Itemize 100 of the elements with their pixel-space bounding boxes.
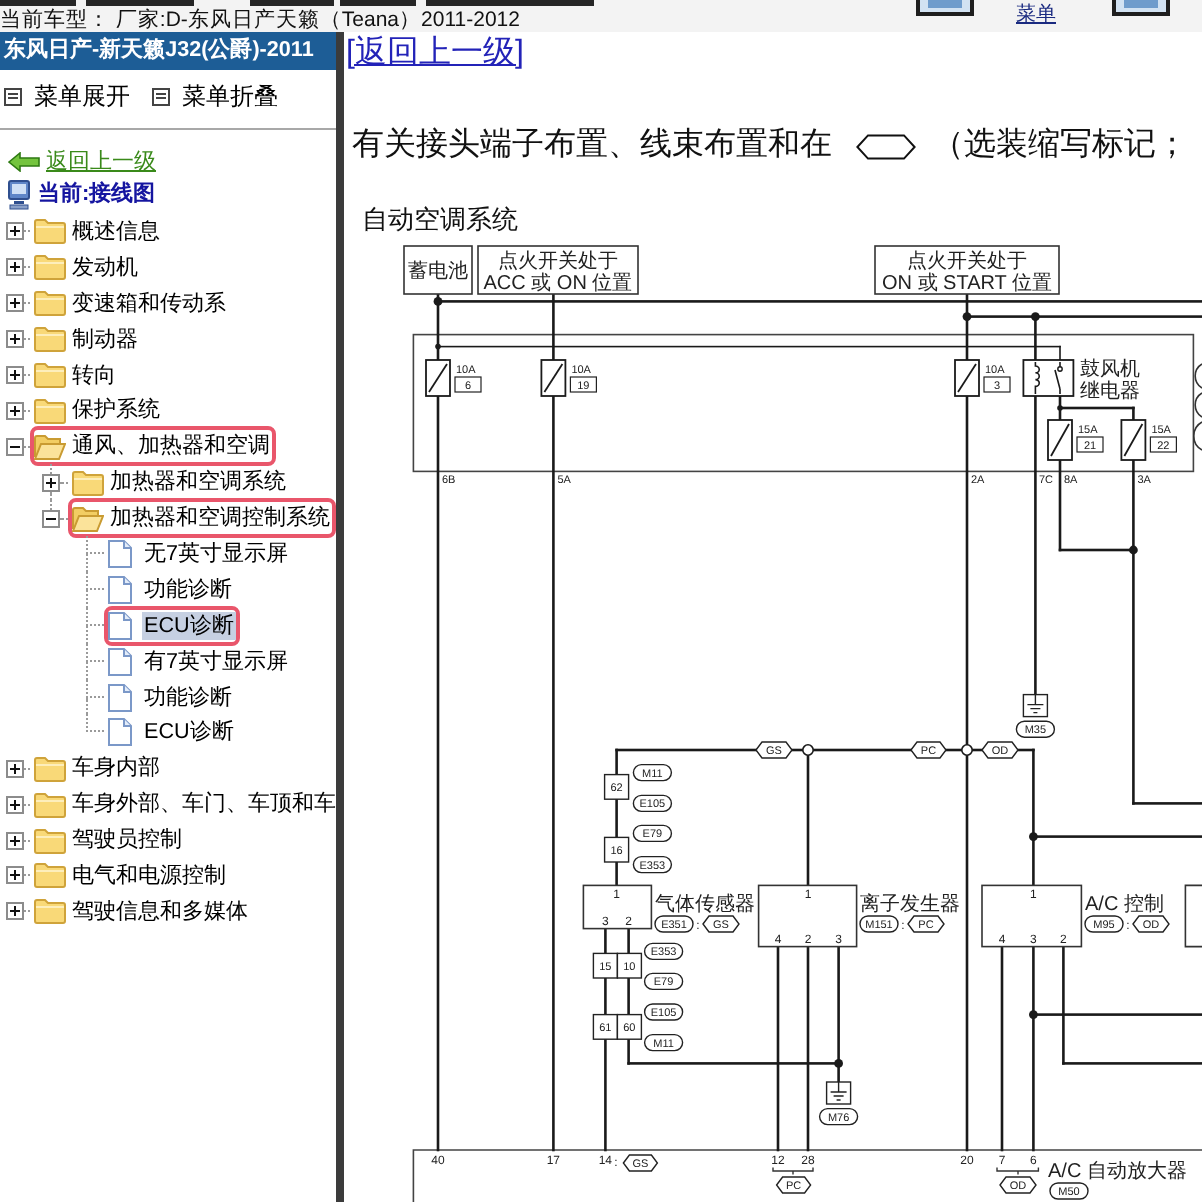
car-model-text: 当前车型： 厂家:D-东风日产天籁（Teana）2011-2012 bbox=[0, 8, 522, 32]
open-folder-icon bbox=[34, 433, 66, 460]
plus-icon[interactable] bbox=[6, 258, 24, 277]
tree-item[interactable]: 车身内部 bbox=[70, 754, 162, 783]
power-source-label: 蓄电池 bbox=[403, 245, 473, 295]
screen-icon[interactable] bbox=[1112, 0, 1170, 16]
component-label: 气体传感器 bbox=[655, 894, 755, 916]
ground-icon bbox=[825, 1081, 852, 1105]
junction-dot-icon bbox=[1031, 312, 1040, 321]
tree-item[interactable]: 驾驶员控制 bbox=[70, 826, 184, 855]
tree-item[interactable]: 保护系统 bbox=[70, 396, 162, 425]
tree-item[interactable]: 变速箱和传动系 bbox=[70, 289, 228, 318]
plus-icon[interactable] bbox=[6, 401, 24, 420]
folder-icon bbox=[34, 362, 66, 389]
menu-link[interactable]: 菜单 bbox=[1016, 2, 1056, 28]
folder-icon bbox=[34, 827, 66, 854]
tree-item[interactable]: 制动器 bbox=[70, 325, 140, 354]
fuse-icon bbox=[425, 359, 451, 397]
tree-item[interactable]: 电气和电源控制 bbox=[70, 861, 228, 890]
terminal-bracket bbox=[772, 1166, 814, 1176]
junction-dot-icon bbox=[1129, 545, 1138, 555]
junction-dot-icon bbox=[1029, 832, 1038, 841]
folder-icon bbox=[34, 862, 66, 889]
plus-icon[interactable] bbox=[6, 902, 24, 921]
minus-icon[interactable] bbox=[6, 437, 24, 456]
tree-item[interactable]: 通风、加热器和空调 bbox=[70, 432, 272, 461]
component-box bbox=[582, 884, 653, 930]
plus-icon[interactable] bbox=[41, 473, 59, 492]
plus-icon[interactable] bbox=[6, 366, 24, 384]
tree-item[interactable]: ECU诊断 bbox=[142, 611, 236, 640]
menu-action[interactable]: 菜单展开 bbox=[4, 82, 130, 110]
plus-icon[interactable] bbox=[6, 330, 24, 349]
component-label: A/C 自动放大器 bbox=[1048, 1161, 1187, 1183]
tree-item[interactable]: 转向 bbox=[70, 361, 118, 390]
component-label: 离子发生器 bbox=[860, 894, 960, 916]
plus-icon[interactable] bbox=[6, 294, 24, 313]
current-location: 当前:接线图 bbox=[38, 180, 156, 208]
arrow-left-icon bbox=[8, 152, 40, 172]
folder-icon bbox=[34, 254, 66, 281]
document-icon bbox=[108, 611, 132, 640]
back-link[interactable]: 返回上一级 bbox=[46, 148, 156, 176]
folder-icon bbox=[34, 397, 66, 424]
tree-item[interactable]: 有7英寸显示屏 bbox=[142, 647, 291, 676]
screen-icon[interactable] bbox=[916, 0, 974, 16]
hexagon-icon bbox=[856, 133, 916, 159]
junction-dot-icon bbox=[962, 312, 972, 321]
tree-item[interactable]: 功能诊断 bbox=[142, 683, 234, 712]
tree-item[interactable]: 加热器和空调系统 bbox=[108, 468, 288, 497]
note-text: 有关接头端子布置、线束布置和在 bbox=[352, 126, 832, 166]
tree-item[interactable]: 驾驶信息和多媒体 bbox=[70, 897, 250, 926]
tree-item[interactable]: 加热器和空调控制系统 bbox=[108, 504, 332, 533]
computer-icon bbox=[8, 179, 30, 209]
plus-icon[interactable] bbox=[6, 795, 24, 814]
sidebar-title: 东风日产-新天籁J32(公爵)-2011 bbox=[0, 32, 336, 70]
document-icon bbox=[108, 718, 132, 747]
component-label: A/C 控制 bbox=[1085, 894, 1164, 916]
plus-icon[interactable] bbox=[6, 831, 24, 850]
folder-icon bbox=[34, 218, 66, 245]
terminal-bracket bbox=[996, 1166, 1040, 1176]
ground-icon bbox=[1022, 693, 1049, 718]
plus-icon[interactable] bbox=[6, 222, 24, 241]
tree-item[interactable]: 功能诊断 bbox=[142, 575, 234, 604]
plus-icon[interactable] bbox=[6, 759, 24, 778]
tree-item[interactable]: 无7英寸显示屏 bbox=[142, 539, 291, 568]
power-source-label: 点火开关处于 ON 或 START 位置 bbox=[874, 245, 1060, 295]
minus-icon[interactable] bbox=[41, 509, 59, 528]
power-source-label: 点火开关处于 ACC 或 ON 位置 bbox=[477, 245, 639, 295]
folder-icon bbox=[34, 755, 66, 782]
junction-dot-icon bbox=[834, 1059, 843, 1068]
relay-icon bbox=[1022, 359, 1075, 397]
folder-icon bbox=[34, 326, 66, 353]
fuse-icon bbox=[540, 359, 567, 397]
plus-icon[interactable] bbox=[6, 866, 24, 885]
relay-label: 鼓风机 继电器 bbox=[1080, 359, 1140, 403]
menu-action[interactable]: 菜单折叠 bbox=[152, 82, 278, 110]
back-link[interactable]: [返回上一级] bbox=[346, 34, 524, 74]
folder-icon bbox=[34, 791, 66, 818]
wire-joint-icon bbox=[802, 744, 814, 756]
tree-item[interactable]: ECU诊断 bbox=[142, 718, 236, 747]
tree-item[interactable]: 概述信息 bbox=[70, 217, 162, 246]
document-icon bbox=[108, 539, 132, 568]
document-icon bbox=[108, 575, 132, 604]
open-folder-icon bbox=[72, 505, 104, 532]
list-icon bbox=[152, 87, 170, 105]
junction-dot-icon bbox=[1029, 1010, 1038, 1019]
folder-icon bbox=[34, 290, 66, 317]
wire-joint-icon bbox=[961, 744, 973, 756]
junction-dot-icon bbox=[1057, 405, 1063, 411]
fuse-icon bbox=[1120, 419, 1147, 461]
partial-circles-icon bbox=[1193, 363, 1202, 451]
component-box bbox=[981, 884, 1083, 948]
component-box bbox=[1184, 884, 1202, 948]
tree-item[interactable]: 发动机 bbox=[70, 253, 140, 282]
component-box bbox=[757, 884, 858, 948]
folder-icon bbox=[72, 469, 104, 496]
fuse-icon bbox=[1047, 419, 1073, 461]
tree-item[interactable]: 车身外部、车门、车顶和车 bbox=[70, 790, 338, 819]
junction-dot-icon bbox=[433, 297, 443, 306]
note-text: （选装缩写标记； bbox=[932, 126, 1188, 166]
diagram-title: 自动空调系统 bbox=[362, 204, 518, 236]
